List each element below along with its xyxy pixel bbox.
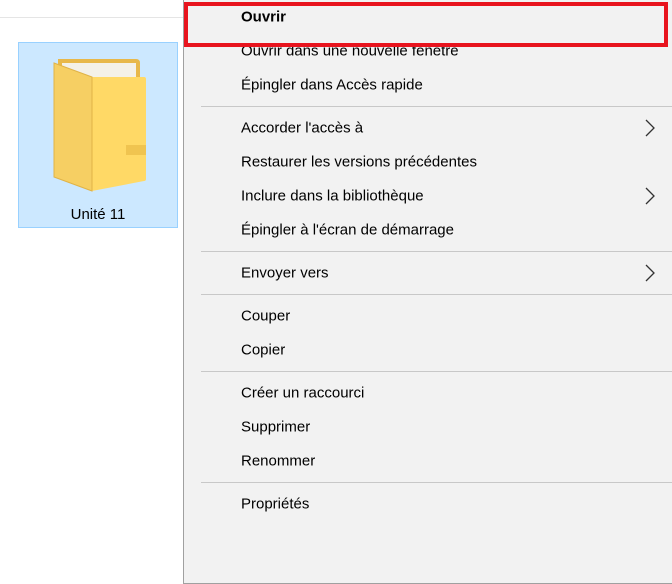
folder-icon — [53, 59, 146, 192]
menu-separator — [201, 371, 672, 372]
menu-item-label: Couper — [241, 307, 291, 325]
folder-label: Unité 11 — [70, 206, 126, 223]
menu-item-label: Propriétés — [241, 495, 310, 513]
menu-item-copy[interactable]: Copier — [184, 333, 672, 367]
menu-item-label: Inclure dans la bibliothèque — [241, 187, 424, 205]
menu-separator — [201, 251, 672, 252]
menu-item-cut[interactable]: Couper — [184, 299, 672, 333]
menu-item-label: Épingler dans Accès rapide — [241, 76, 423, 94]
menu-separator — [201, 106, 672, 107]
chevron-right-icon — [645, 264, 655, 282]
menu-item-label: Envoyer vers — [241, 264, 329, 282]
menu-item-properties[interactable]: Propriétés — [184, 487, 672, 521]
menu-item-delete[interactable]: Supprimer — [184, 410, 672, 444]
menu-item-label: Épingler à l'écran de démarrage — [241, 221, 454, 239]
menu-separator — [201, 294, 672, 295]
menu-item-label: Accorder l'accès à — [241, 119, 364, 137]
menu-item-include-library[interactable]: Inclure dans la bibliothèque — [184, 179, 672, 213]
menu-item-label: Copier — [241, 341, 286, 359]
context-menu: Ouvrir Ouvrir dans une nouvelle fenêtre Ép… — [183, 0, 672, 584]
menu-item-pin-quick-access[interactable]: Épingler dans Accès rapide — [184, 68, 672, 102]
menu-item-label: Renommer — [241, 452, 316, 470]
chevron-right-icon — [645, 187, 655, 205]
menu-separator — [201, 482, 672, 483]
menu-item-create-shortcut[interactable]: Créer un raccourci — [184, 376, 672, 410]
chevron-right-icon — [645, 119, 655, 137]
menu-item-rename[interactable]: Renommer — [184, 444, 672, 478]
menu-item-pin-start[interactable]: Épingler à l'écran de démarrage — [184, 213, 672, 247]
menu-item-send-to[interactable]: Envoyer vers — [184, 256, 672, 290]
highlight-frame — [184, 2, 668, 47]
folder-item-unite-11[interactable]: Unité 11 — [18, 42, 178, 228]
menu-item-label: Supprimer — [241, 418, 311, 436]
menu-item-give-access[interactable]: Accorder l'accès à — [184, 111, 672, 145]
menu-item-restore-versions[interactable]: Restaurer les versions précédentes — [184, 145, 672, 179]
menu-item-label: Restaurer les versions précédentes — [241, 153, 477, 171]
menu-item-label: Créer un raccourci — [241, 384, 365, 402]
explorer-top-divider — [0, 17, 183, 18]
